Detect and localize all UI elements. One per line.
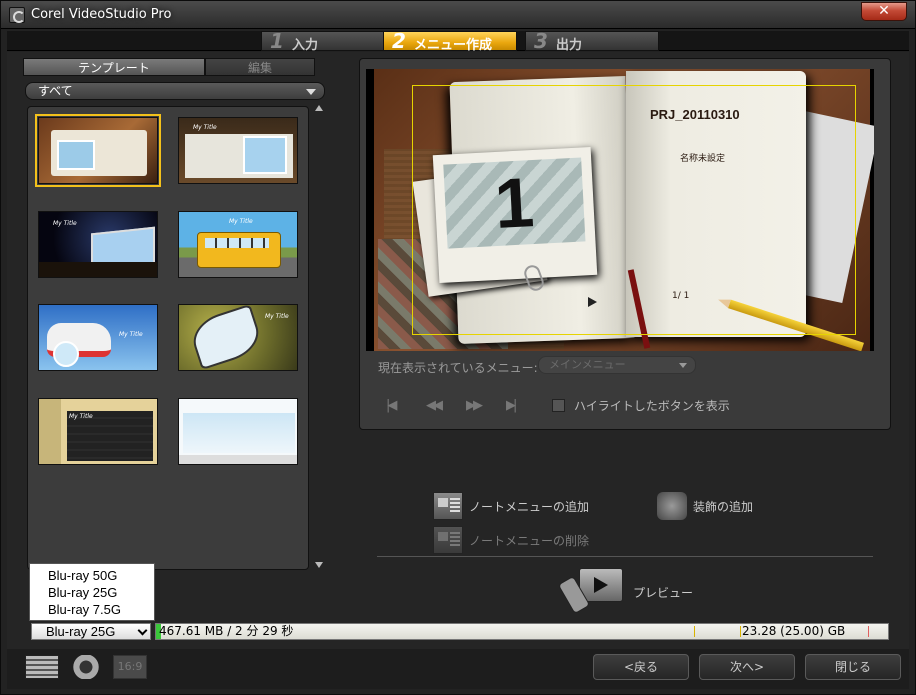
- show-highlight-label: ハイライトしたボタンを表示: [574, 399, 730, 413]
- scroll-up-arrow-icon[interactable]: [315, 105, 323, 111]
- first-page-button[interactable]: |◀: [386, 398, 404, 413]
- next-button[interactable]: 次へ>: [699, 654, 795, 680]
- step-tab-output[interactable]: 3 出力: [525, 29, 659, 53]
- template-filter-select[interactable]: すべて: [25, 82, 325, 100]
- template-thumb-light-blue[interactable]: [178, 398, 298, 465]
- capacity-total-text: 23.28 (25.00) GB: [742, 624, 846, 638]
- delete-note-menu-icon: [433, 526, 463, 554]
- disc-option-50g[interactable]: Blu-ray 50G: [48, 568, 148, 583]
- add-decoration-button[interactable]: 装飾の追加: [693, 498, 753, 515]
- preview-background: 1 PRJ_20110310 名称未設定 1/ 1: [374, 69, 874, 351]
- page-indicator: 1/ 1: [672, 291, 690, 301]
- scroll-down-arrow-icon[interactable]: [315, 562, 323, 568]
- back-button[interactable]: <戻る: [593, 654, 689, 680]
- disc-option-25g[interactable]: Blu-ray 25G: [48, 585, 148, 600]
- window-title: Corel VideoStudio Pro: [31, 7, 172, 22]
- add-note-menu-icon[interactable]: [433, 492, 463, 520]
- close-window-button[interactable]: ✕: [861, 2, 907, 21]
- disc-status-row: Blu-ray 25G 467.61 MB / 2 分 29 秒 23.28 (…: [27, 623, 889, 640]
- chevron-down-icon: [679, 363, 687, 368]
- main-area: テンプレート 編集 すべて My Title My Title My Title…: [7, 52, 909, 649]
- add-note-menu-button[interactable]: ノートメニューの追加: [469, 498, 589, 515]
- last-page-button[interactable]: ▶|: [506, 398, 524, 413]
- template-thumb-desk[interactable]: My Title: [178, 117, 298, 184]
- template-thumb-book[interactable]: [35, 114, 161, 187]
- template-thumb-leaf[interactable]: My Title: [178, 304, 298, 371]
- template-thumb-city-night[interactable]: My Title: [38, 211, 158, 278]
- disc-capacity-bar: 467.61 MB / 2 分 29 秒 23.28 (25.00) GB: [155, 623, 889, 640]
- decoration-icon[interactable]: [657, 492, 687, 520]
- step-bar: 1 入力 2 メニュー作成 3 出力: [7, 29, 909, 53]
- gear-icon[interactable]: [69, 655, 103, 679]
- preview-button[interactable]: プレビュー: [633, 584, 693, 601]
- capacity-used-text: 467.61 MB / 2 分 29 秒: [159, 624, 294, 638]
- tab-edit[interactable]: 編集: [205, 58, 315, 76]
- app-logo-icon: [9, 7, 25, 23]
- menu-preview-viewer[interactable]: 1 PRJ_20110310 名称未設定 1/ 1: [366, 69, 874, 351]
- safe-area-frame: [412, 85, 856, 335]
- app-window: Corel VideoStudio Pro ✕ 1 入力 2 メニュー作成 3 …: [0, 0, 916, 695]
- chevron-down-icon: [306, 89, 316, 95]
- template-thumb-dark-gold[interactable]: My Title: [38, 398, 158, 465]
- template-thumb-school-bus[interactable]: My Title: [178, 211, 298, 278]
- template-thumb-airplane[interactable]: My Title: [38, 304, 158, 371]
- show-highlight-checkbox[interactable]: [552, 399, 565, 412]
- bottom-bar: 16:9 <戻る 次へ> 閉じる: [7, 649, 909, 689]
- menu-subtitle[interactable]: 名称未設定: [680, 151, 725, 164]
- current-menu-label: 現在表示されているメニュー:: [378, 361, 538, 375]
- disc-type-dropdown-list: Blu-ray 50G Blu-ray 25G Blu-ray 7.5G: [29, 563, 155, 621]
- close-button[interactable]: 閉じる: [805, 654, 901, 680]
- aspect-ratio-button: 16:9: [113, 655, 147, 679]
- next-page-button[interactable]: ▶▶: [466, 398, 484, 413]
- preview-panel: 1 PRJ_20110310 名称未設定 1/ 1 現在表示されているメニュー:…: [359, 58, 891, 430]
- step-tab-menu-create[interactable]: 2 メニュー作成: [383, 29, 517, 53]
- chevron-down-icon: [137, 625, 148, 636]
- delete-note-menu-button: ノートメニューの削除: [469, 534, 590, 548]
- disc-option-7-5g[interactable]: Blu-ray 7.5G: [48, 602, 148, 617]
- chapter-list-icon[interactable]: [25, 655, 59, 679]
- disc-type-select[interactable]: Blu-ray 25G: [31, 623, 151, 640]
- template-gallery: My Title My Title My Title My Title My T…: [27, 106, 309, 570]
- current-menu-select[interactable]: メインメニュー: [538, 356, 696, 374]
- template-filter-value: すべて: [38, 84, 73, 98]
- prev-page-button[interactable]: ◀◀: [426, 398, 444, 413]
- tab-template[interactable]: テンプレート: [23, 58, 205, 76]
- title-bar: Corel VideoStudio Pro ✕: [1, 1, 915, 29]
- preview-icon[interactable]: [557, 568, 625, 615]
- step-tab-input[interactable]: 1 入力: [261, 29, 395, 53]
- menu-project-title[interactable]: PRJ_20110310: [650, 107, 740, 122]
